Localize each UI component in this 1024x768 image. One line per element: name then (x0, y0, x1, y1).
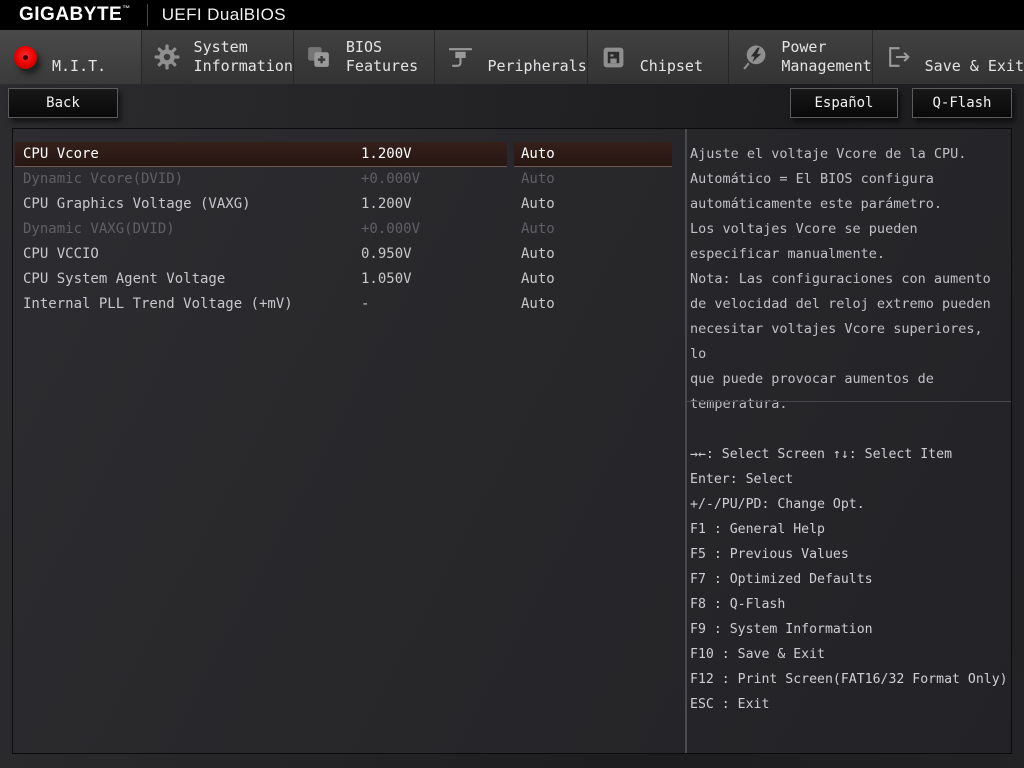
gear-icon (154, 44, 181, 71)
setting-option: Auto (521, 217, 555, 242)
key-line: F10 : Save & Exit (690, 642, 1009, 667)
setting-option: Auto (521, 292, 555, 317)
tab-chipset[interactable]: Chipset (587, 30, 729, 84)
tab-bios-features[interactable]: BIOS Features (293, 30, 435, 84)
setting-row-dynamic-vaxg: Dynamic VAXG(DVID) +0.000V Auto (13, 217, 685, 242)
setting-row-cpu-graphics-voltage[interactable]: CPU Graphics Voltage (VAXG) 1.200V Auto (13, 192, 685, 217)
help-line: Nota: Las configuraciones con aumento (690, 267, 1005, 292)
help-line: necesitar voltajes Vcore superiores, lo (690, 317, 1005, 367)
help-line: Ajuste el voltaje Vcore de la CPU. (690, 142, 1005, 167)
setting-option: Auto (521, 142, 555, 167)
key-line: F8 : Q-Flash (690, 592, 1009, 617)
setting-value: - (361, 292, 369, 317)
language-button[interactable]: Español (790, 88, 898, 118)
key-line: F9 : System Information (690, 617, 1009, 642)
tab-label-line2: Management (781, 57, 871, 76)
tab-label: Chipset (640, 57, 703, 76)
tab-power-management[interactable]: Power Management (728, 30, 871, 84)
key-line: Enter: Select (690, 467, 1009, 492)
setting-value: 1.200V (361, 142, 412, 167)
setting-label: Dynamic VAXG(DVID) (23, 217, 175, 242)
help-text: Ajuste el voltaje Vcore de la CPU. Autom… (690, 142, 1005, 417)
bios-screen: GIGABYTE™ UEFI DualBIOS M.I.T. (0, 0, 1024, 768)
tab-bar: M.I.T. (0, 30, 1024, 84)
tab-mit[interactable]: M.I.T. (0, 30, 141, 84)
key-line: →←: Select Screen ↑↓: Select Item (690, 442, 1009, 467)
setting-row-cpu-vcore[interactable]: CPU Vcore 1.200V Auto (13, 142, 685, 167)
key-line: +/-/PU/PD: Change Opt. (690, 492, 1009, 517)
setting-option: Auto (521, 167, 555, 192)
tab-label-line1: System (194, 38, 293, 57)
key-line: F5 : Previous Values (690, 542, 1009, 567)
tab-label: Save & Exit (925, 57, 1024, 76)
trademark: ™ (122, 4, 131, 13)
key-legend: →←: Select Screen ↑↓: Select Item Enter:… (690, 442, 1009, 717)
setting-value: 1.050V (361, 267, 412, 292)
tab-label-line2: Information (194, 57, 293, 76)
peripherals-icon (447, 44, 474, 71)
setting-label: CPU Vcore (23, 142, 99, 167)
setting-label: CPU Graphics Voltage (VAXG) (23, 192, 251, 217)
setting-row-internal-pll[interactable]: Internal PLL Trend Voltage (+mV) - Auto (13, 292, 685, 317)
qflash-button[interactable]: Q-Flash (912, 88, 1012, 118)
topbar-divider (147, 4, 148, 26)
setting-value: 0.950V (361, 242, 412, 267)
tab-label: Peripherals (487, 57, 586, 76)
settings-list: CPU Vcore 1.200V Auto Dynamic Vcore(DVID… (13, 142, 685, 317)
setting-option: Auto (521, 192, 555, 217)
setting-row-cpu-vccio[interactable]: CPU VCCIO 0.950V Auto (13, 242, 685, 267)
tab-label-line1: Power (781, 38, 871, 57)
setting-value: +0.000V (361, 167, 420, 192)
tab-label-line1: BIOS (346, 38, 418, 57)
tab-save-exit[interactable]: Save & Exit (872, 30, 1024, 84)
help-line: especificar manualmente. (690, 242, 1005, 267)
key-line: ESC : Exit (690, 692, 1009, 717)
key-line: F12 : Print Screen(FAT16/32 Format Only) (690, 667, 1009, 692)
setting-row-dynamic-vcore: Dynamic Vcore(DVID) +0.000V Auto (13, 167, 685, 192)
help-line: Automático = El BIOS configura (690, 167, 1005, 192)
setting-label: Dynamic Vcore(DVID) (23, 167, 183, 192)
setting-option: Auto (521, 267, 555, 292)
mit-dial-icon (12, 44, 39, 71)
product-title: UEFI DualBIOS (162, 5, 286, 25)
setting-label: Internal PLL Trend Voltage (+mV) (23, 292, 293, 317)
setting-value: 1.200V (361, 192, 412, 217)
help-divider (685, 401, 1011, 402)
help-line: de velocidad del reloj extremo pueden (690, 292, 1005, 317)
help-panel: Ajuste el voltaje Vcore de la CPU. Autom… (687, 129, 1011, 753)
setting-label: CPU System Agent Voltage (23, 267, 225, 292)
help-line: automáticamente este parámetro. (690, 192, 1005, 217)
setting-option: Auto (521, 242, 555, 267)
setting-value: +0.000V (361, 217, 420, 242)
tab-label: M.I.T. (52, 57, 106, 76)
tab-system-information[interactable]: System Information (141, 30, 293, 84)
key-line: F7 : Optimized Defaults (690, 567, 1009, 592)
exit-icon (885, 44, 912, 71)
chipset-icon (600, 44, 627, 71)
tab-peripherals[interactable]: Peripherals (434, 30, 586, 84)
main-panel: CPU Vcore 1.200V Auto Dynamic Vcore(DVID… (12, 128, 1012, 754)
help-line: temperatura. (690, 392, 1005, 417)
chip-plus-icon (306, 44, 333, 71)
top-bar: GIGABYTE™ UEFI DualBIOS (0, 0, 1024, 30)
back-button[interactable]: Back (8, 88, 118, 118)
key-line: F1 : General Help (690, 517, 1009, 542)
help-line: que puede provocar aumentos de (690, 367, 1005, 392)
help-line: Los voltajes Vcore se pueden (690, 217, 1005, 242)
stage: Back Español Q-Flash CPU Vcore 1.200V Au… (0, 84, 1024, 768)
power-bolt-icon (741, 44, 768, 71)
tab-label-line2: Features (346, 57, 418, 76)
gigabyte-logo: GIGABYTE™ (19, 4, 131, 26)
setting-row-cpu-system-agent[interactable]: CPU System Agent Voltage 1.050V Auto (13, 267, 685, 292)
setting-label: CPU VCCIO (23, 242, 99, 267)
